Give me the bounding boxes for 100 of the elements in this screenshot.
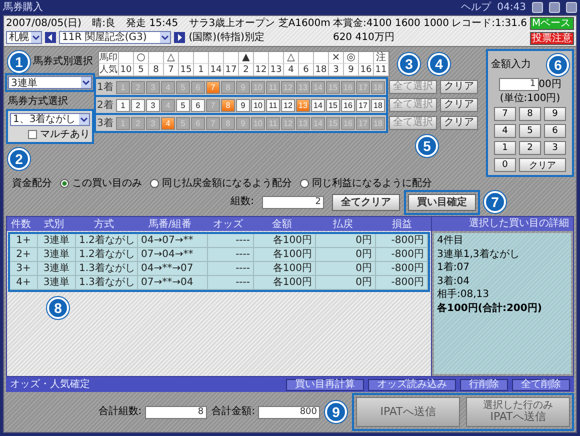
popularity-cell: 2 xyxy=(239,64,254,76)
clear-button[interactable]: クリア xyxy=(440,80,478,94)
table-cell: 2+ xyxy=(10,248,38,261)
keypad-key[interactable]: 2 xyxy=(519,140,541,154)
total-field: 8 xyxy=(144,406,207,418)
amount-unit: 00円 xyxy=(538,78,562,90)
keypad-key[interactable]: 4 xyxy=(494,124,516,138)
bar-button[interactable]: 全て削除 xyxy=(512,378,570,390)
next-icon[interactable] xyxy=(174,32,185,43)
bet-type-select[interactable]: 3連単 xyxy=(8,76,92,89)
minimize-button[interactable] xyxy=(532,2,543,13)
bar-button[interactable]: 買い目再計算 xyxy=(286,378,364,390)
table-cell: 3+ xyxy=(10,262,38,275)
allocation-radio[interactable] xyxy=(60,178,69,188)
status-badge[interactable]: Mベース xyxy=(530,17,574,30)
send-note: 選択した行のみ xyxy=(483,400,553,411)
radio-label: 同じ払戻金額になるよう配分 xyxy=(162,178,292,189)
popularity-cell: 10 xyxy=(119,64,134,76)
keypad-key[interactable]: 5 xyxy=(519,124,541,138)
table-cell: 04→**→07 xyxy=(138,262,208,275)
detail-line: 相手:08,13 xyxy=(437,289,490,300)
keypad-key[interactable]: 3 xyxy=(544,140,566,154)
column-header: 金額 xyxy=(271,218,293,231)
horse-number-button[interactable]: 13 xyxy=(296,98,310,112)
help-link[interactable]: ヘルプ xyxy=(461,2,492,14)
callout-number: 6 xyxy=(547,54,569,76)
callout-number: 3 xyxy=(398,53,420,75)
prize-money: 本賞金:4100 1600 1000 xyxy=(332,18,450,30)
horse-number-button[interactable]: 7 xyxy=(206,80,220,94)
table-cell: 0円 xyxy=(316,248,376,261)
allocation-radio[interactable] xyxy=(150,178,159,188)
venue-select[interactable]: 札幌 xyxy=(6,30,42,44)
horse-number-button[interactable]: 5 xyxy=(176,98,190,112)
send-button[interactable]: IPATへ送信 xyxy=(356,397,460,427)
clear-all-button[interactable]: 全てクリア xyxy=(332,194,400,210)
keypad-key[interactable]: 1 xyxy=(494,140,516,154)
course-record: レコード:1:31.6 xyxy=(452,18,527,30)
popularity-cell: 13 xyxy=(269,64,284,76)
horse-number-button[interactable]: 15 xyxy=(326,98,340,112)
keypad-key[interactable]: 8 xyxy=(519,106,541,120)
horse-mark: × xyxy=(332,52,340,64)
popularity-cell: 5 xyxy=(134,64,149,76)
amount-field[interactable]: 1 xyxy=(498,78,539,91)
keypad-key[interactable]: 0 xyxy=(494,158,516,172)
column-header: 方式 xyxy=(93,218,115,231)
table-cell: ---- xyxy=(208,234,254,247)
multi-checkbox[interactable] xyxy=(28,130,37,139)
prize-money: 620 410万円 xyxy=(332,32,396,43)
keypad-key[interactable]: 9 xyxy=(544,106,566,120)
bet-method-select[interactable]: 1、3着ながし xyxy=(10,112,90,126)
close-button[interactable] xyxy=(566,2,577,13)
table-cell: -800円 xyxy=(376,234,428,247)
horse-mark: △ xyxy=(287,52,295,64)
horse-number-button[interactable]: 16 xyxy=(341,98,355,112)
bar-button[interactable]: 行削除 xyxy=(460,378,508,390)
horse-number-button[interactable]: 8 xyxy=(221,98,235,112)
race-select[interactable]: 11R 関屋記念(G3) xyxy=(59,30,171,44)
table-cell: 1.3着ながし xyxy=(76,276,138,289)
popularity-cell: 15 xyxy=(179,64,194,76)
horse-number-button[interactable]: 2 xyxy=(131,98,145,112)
allocation-radio[interactable] xyxy=(300,178,309,188)
keypad-key[interactable]: 6 xyxy=(544,124,566,138)
table-cell: 各100円 xyxy=(254,262,316,275)
horse-number-button[interactable]: 1 xyxy=(116,98,130,112)
combos-field[interactable]: 2 xyxy=(262,196,324,208)
horse-number-button[interactable]: 14 xyxy=(311,98,325,112)
horse-mark: ○ xyxy=(136,52,146,64)
popularity-cell: 4 xyxy=(284,64,299,76)
horse-number-button[interactable]: 6 xyxy=(191,98,205,112)
detail-line: 3着:04 xyxy=(437,276,470,287)
send-button[interactable]: 選択した行のみ IPATへ送信 xyxy=(466,397,570,427)
clock-time: 04:43 xyxy=(497,2,526,14)
bar-button[interactable]: オッズ読み込み xyxy=(368,378,456,390)
table-cell: -800円 xyxy=(376,262,428,275)
warning-badge[interactable]: 投票注意 xyxy=(530,32,574,45)
allocation-label: 資金配分 xyxy=(12,178,52,189)
keypad-key[interactable]: 7 xyxy=(494,106,516,120)
amount-title: 金額入力 xyxy=(491,59,531,71)
horse-number-button[interactable]: 18 xyxy=(371,98,385,112)
callout-number: 5 xyxy=(416,135,438,157)
horse-number-button[interactable]: 11 xyxy=(266,98,280,112)
table-cell: 3連単 xyxy=(38,234,76,247)
horse-number-button[interactable]: 3 xyxy=(146,98,160,112)
horse-number-button[interactable]: 10 xyxy=(251,98,265,112)
keypad-key[interactable]: クリア xyxy=(519,158,566,172)
horse-number-button[interactable]: 17 xyxy=(356,98,370,112)
callout-number: 9 xyxy=(325,401,347,423)
previous-icon[interactable] xyxy=(45,32,56,43)
clear-button[interactable]: クリア xyxy=(440,116,478,130)
horse-number-button[interactable]: 12 xyxy=(281,98,295,112)
caret-icon xyxy=(160,32,170,43)
position-label: 2着 xyxy=(97,98,114,112)
maximize-button[interactable] xyxy=(549,2,560,13)
column-header: 損益 xyxy=(391,218,413,231)
horse-number-button[interactable]: 9 xyxy=(236,98,250,112)
horse-mark: ▲ xyxy=(242,52,250,64)
clear-button[interactable]: クリア xyxy=(440,98,478,112)
horse-number-button[interactable]: 4 xyxy=(161,116,175,130)
combos-label: 組数: xyxy=(230,196,254,208)
detail-line: 4件目 xyxy=(437,235,464,246)
